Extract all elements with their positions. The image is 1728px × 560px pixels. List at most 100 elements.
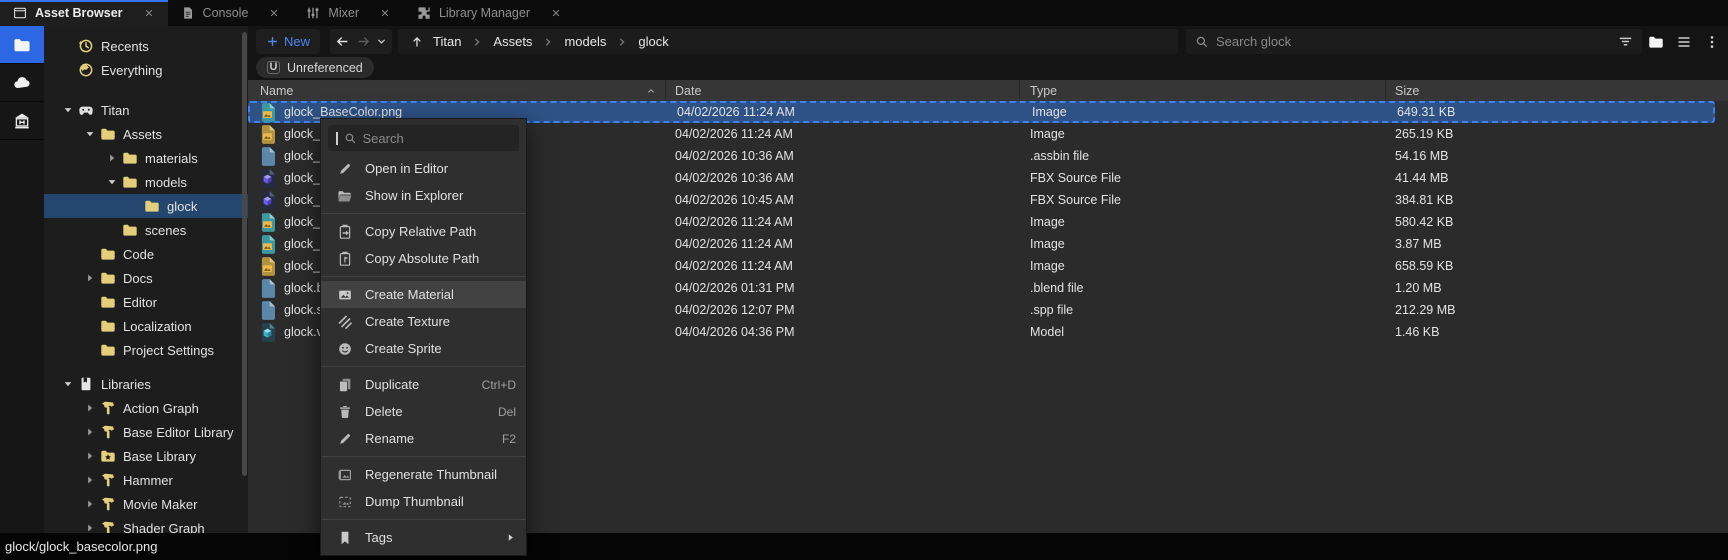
tab-mixer[interactable]: Mixer: [293, 0, 404, 26]
menu-item-delete[interactable]: DeleteDel: [321, 398, 526, 425]
caret-right-icon[interactable]: [80, 450, 100, 462]
tree-item-materials[interactable]: materials: [44, 146, 248, 170]
controller-icon: [78, 102, 94, 118]
menu-search-input[interactable]: Search: [328, 125, 519, 151]
file-type: Image: [1020, 215, 1386, 229]
breadcrumb-titan[interactable]: Titan: [433, 34, 461, 49]
kebab-menu-icon[interactable]: [1704, 34, 1720, 50]
column-header-size[interactable]: Size: [1386, 80, 1728, 101]
caret-spacer: [80, 344, 100, 356]
caret-down-icon[interactable]: [58, 104, 78, 116]
tree-item-project-settings[interactable]: Project Settings: [44, 338, 248, 362]
breadcrumb-glock[interactable]: glock: [638, 34, 668, 49]
tree-item-hammer[interactable]: Hammer: [44, 468, 248, 492]
caret-down-icon[interactable]: [80, 128, 100, 140]
tree-item-base-library[interactable]: Base Library: [44, 444, 248, 468]
tree-item-shader-graph[interactable]: Shader Graph: [44, 516, 248, 533]
menu-item-label: Create Texture: [365, 314, 450, 329]
menu-item-rename[interactable]: RenameF2: [321, 425, 526, 452]
caret-right-icon[interactable]: [80, 426, 100, 438]
tab-console[interactable]: Console: [168, 0, 294, 26]
caret-down-icon[interactable]: [102, 176, 122, 188]
caret-right-icon[interactable]: [80, 498, 100, 510]
file-size: 649.31 KB: [1388, 105, 1713, 119]
close-icon[interactable]: [268, 7, 280, 19]
tree-item-localization[interactable]: Localization: [44, 314, 248, 338]
new-button[interactable]: New: [256, 29, 320, 54]
tab-asset-browser[interactable]: Asset Browser: [0, 0, 168, 26]
sidebar-scrollbar[interactable]: [242, 32, 247, 476]
close-icon[interactable]: [550, 7, 562, 19]
tree-item-models[interactable]: models: [44, 170, 248, 194]
tree-item-glock[interactable]: glock: [44, 194, 248, 218]
menu-item-tags[interactable]: Tags: [321, 524, 526, 551]
folder-view-icon[interactable]: [1648, 34, 1664, 50]
file-type: .assbin file: [1020, 149, 1386, 163]
history-chevron-down-icon[interactable]: [376, 36, 387, 47]
forward-arrow-icon[interactable]: [356, 34, 371, 49]
column-header-date[interactable]: Date: [666, 80, 1020, 101]
caret-right-icon[interactable]: [80, 474, 100, 486]
tab-library-manager[interactable]: Library Manager: [404, 0, 575, 26]
folder-icon: [100, 342, 116, 358]
filter-icon[interactable]: [1618, 34, 1633, 49]
file-type: Image: [1020, 237, 1386, 251]
rail-button-folder-white[interactable]: [0, 26, 44, 64]
caret-right-icon[interactable]: [80, 402, 100, 414]
tree-item-libraries[interactable]: Libraries: [44, 372, 248, 396]
filter-chip-label: Unreferenced: [287, 61, 363, 75]
tree-item-code[interactable]: Code: [44, 242, 248, 266]
up-directory-icon[interactable]: [410, 35, 424, 49]
tree-item-movie-maker[interactable]: Movie Maker: [44, 492, 248, 516]
filter-chip-unreferenced[interactable]: U Unreferenced: [256, 57, 374, 78]
menu-item-copy-absolute-path[interactable]: Copy Absolute Path: [321, 245, 526, 272]
breadcrumb-models[interactable]: models: [564, 34, 606, 49]
tree-item-label: Shader Graph: [123, 521, 205, 534]
tree-item-assets[interactable]: Assets: [44, 122, 248, 146]
menu-item-regenerate-thumbnail[interactable]: Regenerate Thumbnail: [321, 461, 526, 488]
menu-item-create-material[interactable]: Create Material: [321, 281, 526, 308]
tree-item-scenes[interactable]: scenes: [44, 218, 248, 242]
search-input[interactable]: Search glock: [1186, 29, 1642, 54]
menu-item-label: Copy Absolute Path: [365, 251, 479, 266]
hatch-icon: [337, 314, 353, 330]
caret-right-icon[interactable]: [80, 272, 100, 284]
menu-item-create-texture[interactable]: Create Texture: [321, 308, 526, 335]
tree-item-base-editor-library[interactable]: Base Editor Library: [44, 420, 248, 444]
book-icon: [78, 376, 94, 392]
tree-item-label: Movie Maker: [123, 497, 197, 512]
caret-right-icon[interactable]: [102, 152, 122, 164]
menu-item-duplicate[interactable]: DuplicateCtrl+D: [321, 371, 526, 398]
menu-item-dump-thumbnail[interactable]: Dump Thumbnail: [321, 488, 526, 515]
rail-button-cloud[interactable]: [0, 64, 44, 102]
column-header-type[interactable]: Type: [1020, 80, 1386, 101]
tree-item-action-graph[interactable]: Action Graph: [44, 396, 248, 420]
menu-item-copy-relative-path[interactable]: Copy Relative Path: [321, 218, 526, 245]
menu-item-open-in-editor[interactable]: Open in Editor: [321, 155, 526, 182]
pencil-icon: [337, 161, 353, 177]
tree-item-recents[interactable]: Recents: [44, 34, 248, 58]
menu-item-create-sprite[interactable]: Create Sprite: [321, 335, 526, 362]
file-date: 04/02/2026 10:36 AM: [666, 171, 1020, 185]
file-type-image-teal-icon: [260, 213, 275, 232]
tree-item-editor[interactable]: Editor: [44, 290, 248, 314]
tree-item-label: Everything: [101, 63, 162, 78]
list-view-icon[interactable]: [1676, 34, 1692, 50]
caret-spacer: [80, 296, 100, 308]
hammer-icon: [100, 472, 116, 488]
caret-right-icon[interactable]: [80, 522, 100, 533]
rail-button-bank[interactable]: [0, 102, 44, 140]
caret-down-icon[interactable]: [58, 378, 78, 390]
breadcrumb-assets[interactable]: Assets: [493, 34, 532, 49]
tree-item-everything[interactable]: Everything: [44, 58, 248, 82]
context-menu: Search Open in EditorShow in Explorer Copy…: [320, 118, 527, 556]
tree-item-docs[interactable]: Docs: [44, 266, 248, 290]
close-icon[interactable]: [379, 7, 391, 19]
back-arrow-icon[interactable]: [335, 34, 350, 49]
menu-item-show-in-explorer[interactable]: Show in Explorer: [321, 182, 526, 209]
tree-item-titan[interactable]: Titan: [44, 98, 248, 122]
column-header-name[interactable]: Name: [248, 80, 666, 101]
tree-item-label: Hammer: [123, 473, 173, 488]
close-icon[interactable]: [143, 7, 155, 19]
file-type: FBX Source File: [1020, 193, 1386, 207]
